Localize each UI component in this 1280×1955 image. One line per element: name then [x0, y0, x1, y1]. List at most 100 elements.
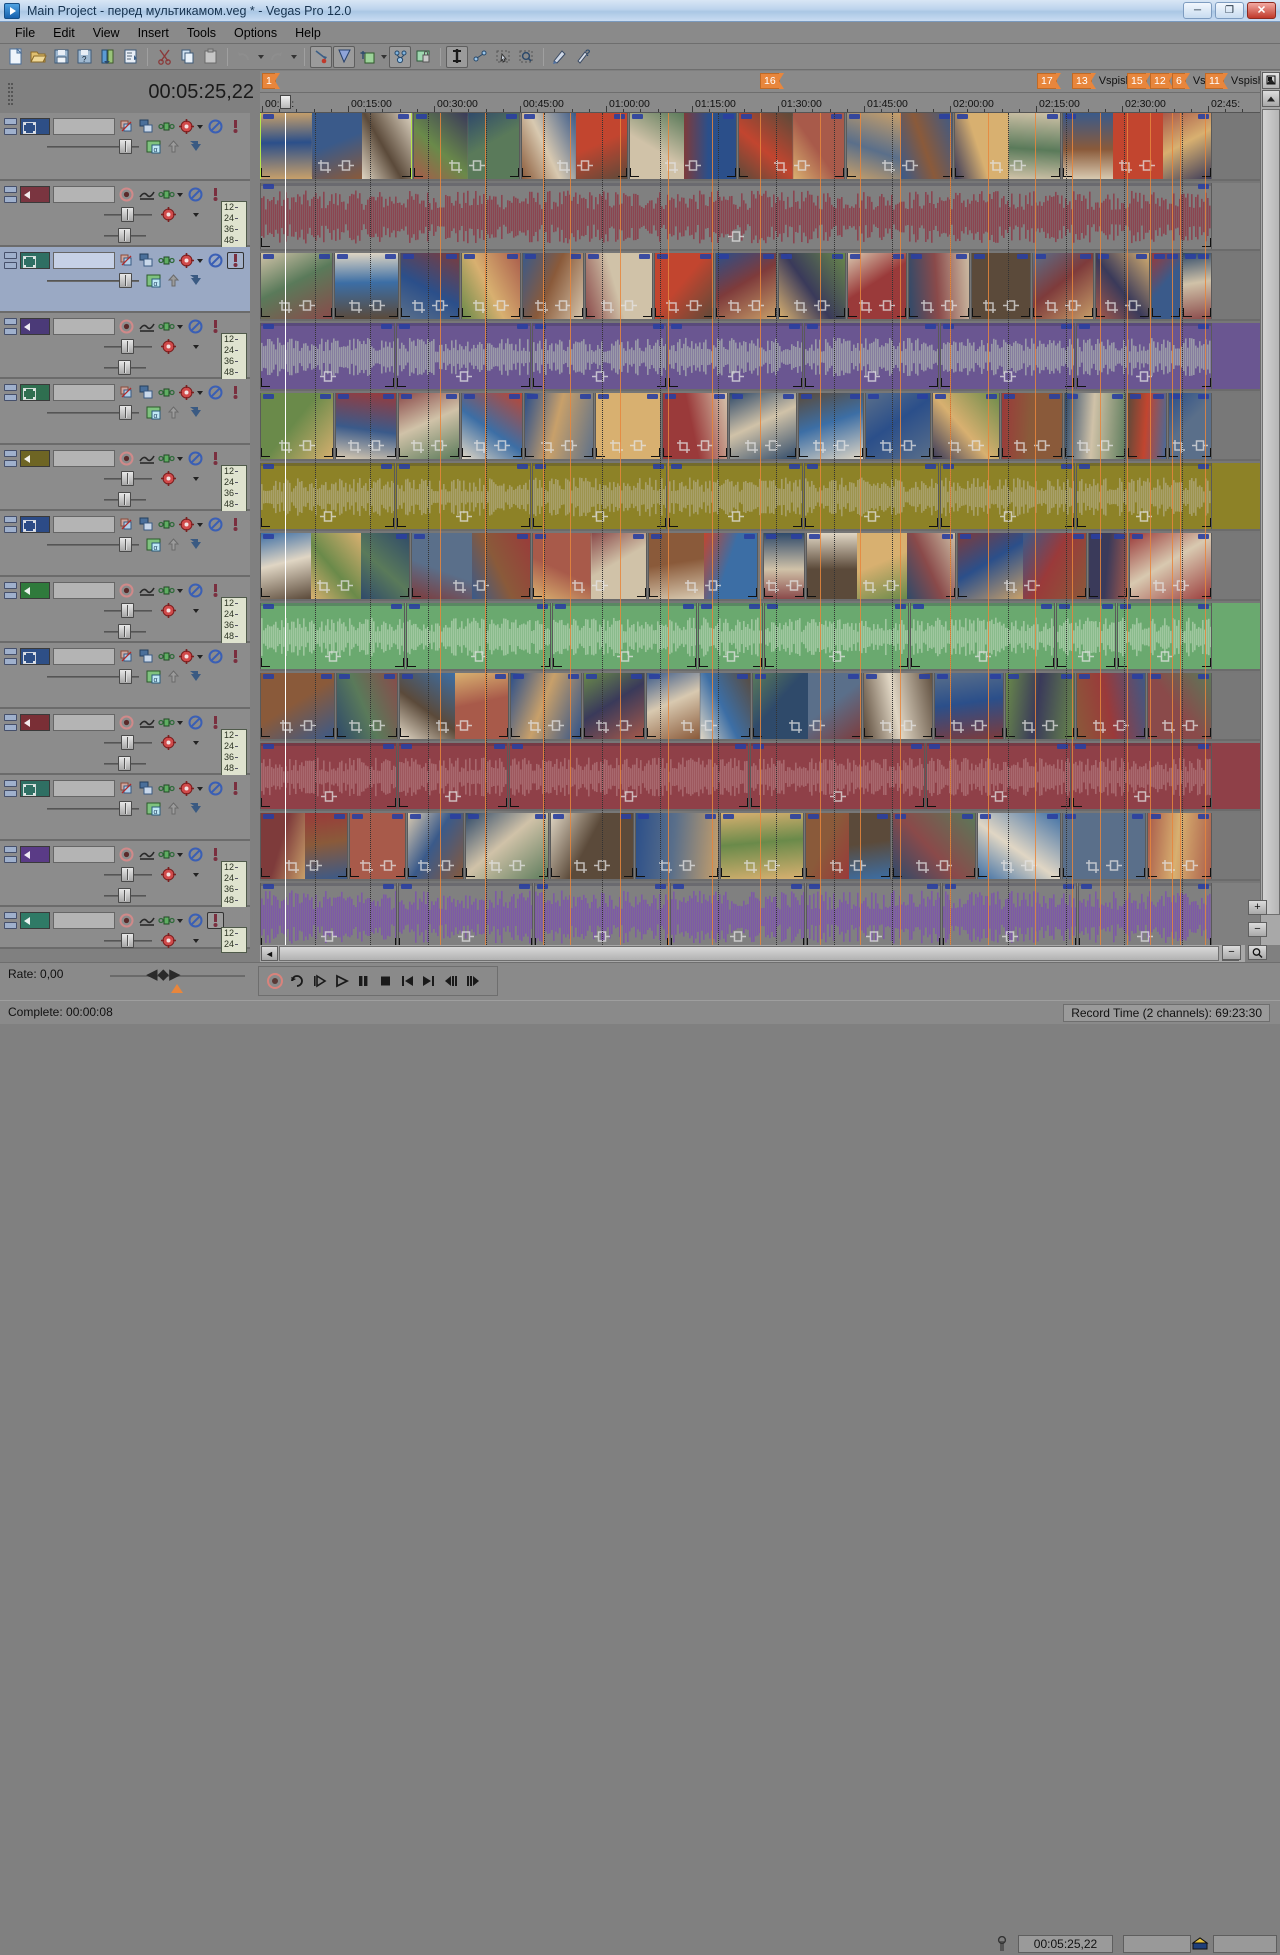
event-fade-in-handle[interactable]: [263, 534, 274, 539]
event-corner-fade-left[interactable]: [864, 728, 873, 737]
menu-item-file[interactable]: File: [6, 24, 44, 42]
event-grip-icons[interactable]: [444, 790, 462, 803]
video-event[interactable]: [400, 253, 460, 319]
event-corner-fade-left[interactable]: [399, 938, 408, 945]
track-header-1[interactable]: α: [0, 113, 250, 181]
event-grip-icons[interactable]: [684, 579, 722, 593]
event-fade-out-handle[interactable]: [519, 884, 530, 889]
event-fade-out-handle[interactable]: [384, 674, 395, 679]
event-grip-icons[interactable]: [1133, 790, 1151, 803]
event-corner-fade-right[interactable]: [1202, 378, 1211, 387]
event-corner-fade-left[interactable]: [941, 518, 950, 527]
event-grip-icons[interactable]: [915, 859, 953, 873]
automation-settings-icon[interactable]: [160, 206, 177, 223]
event-corner-fade-right[interactable]: [1106, 658, 1115, 667]
track-motion-icon[interactable]: [138, 384, 155, 401]
track-fx-icon[interactable]: [118, 648, 135, 665]
track-number-7[interactable]: [20, 516, 50, 533]
event-corner-fade-left[interactable]: [412, 588, 421, 597]
audio-event[interactable]: [1056, 603, 1116, 669]
event-corner-fade-right[interactable]: [651, 448, 660, 457]
audio-event[interactable]: [509, 743, 749, 809]
event-fade-in-handle[interactable]: [718, 254, 729, 259]
event-corner-fade-right[interactable]: [657, 518, 666, 527]
open-icon[interactable]: [27, 46, 49, 68]
event-corner-fade-right[interactable]: [387, 798, 396, 807]
audio-event[interactable]: [532, 463, 667, 529]
event-fade-out-handle[interactable]: [990, 674, 1001, 679]
video-event[interactable]: [977, 813, 1061, 879]
event-grip-icons[interactable]: [316, 579, 354, 593]
event-fade-in-handle[interactable]: [935, 394, 946, 399]
event-fade-in-handle[interactable]: [402, 674, 413, 679]
menu-item-edit[interactable]: Edit: [44, 24, 84, 42]
event-grip-icons[interactable]: [862, 579, 900, 593]
event-fade-out-handle[interactable]: [495, 674, 506, 679]
event-corner-fade-right[interactable]: [523, 938, 532, 945]
track-motion-icon[interactable]: [138, 780, 155, 797]
event-grip-icons[interactable]: [676, 439, 714, 453]
event-fade-out-handle[interactable]: [1198, 114, 1209, 119]
track-fx-icon[interactable]: [118, 252, 135, 269]
video-event[interactable]: [957, 533, 1087, 599]
track-compositing-icon[interactable]: [158, 118, 175, 135]
mute-icon[interactable]: [207, 384, 224, 401]
enable-snapping-icon[interactable]: [310, 45, 332, 68]
event-corner-fade-right[interactable]: [521, 518, 530, 527]
event-fade-in-handle[interactable]: [403, 254, 414, 259]
event-grip-icons[interactable]: [595, 719, 633, 733]
track-header-11[interactable]: α: [0, 775, 250, 841]
track-compositing-icon[interactable]: [158, 318, 175, 335]
timeline-marker[interactable]: 12: [1150, 72, 1174, 89]
event-grip-icons[interactable]: [664, 159, 702, 173]
track-header-10[interactable]: 12 24 36 48: [0, 709, 250, 777]
track-fx-audio-icon[interactable]: [138, 846, 155, 863]
event-corner-fade-left[interactable]: [596, 448, 605, 457]
track-parent-up-icon[interactable]: [165, 800, 182, 817]
maximize-button[interactable]: ❐: [1215, 2, 1244, 19]
event-fade-in-handle[interactable]: [1132, 534, 1143, 539]
event-corner-fade-left[interactable]: [765, 658, 774, 667]
track-number-10[interactable]: [20, 714, 50, 731]
event-corner-fade-right[interactable]: [1202, 168, 1211, 177]
marker-tool-button[interactable]: [1262, 72, 1280, 89]
audio-event[interactable]: [1076, 463, 1212, 529]
event-fade-out-handle[interactable]: [789, 464, 800, 469]
event-fade-in-handle[interactable]: [741, 114, 752, 119]
event-corner-fade-right[interactable]: [1202, 938, 1211, 945]
event-corner-fade-right[interactable]: [385, 378, 394, 387]
track-minimize-maximize[interactable]: [4, 384, 17, 401]
event-fade-in-handle[interactable]: [809, 534, 820, 539]
lock-envelopes-icon[interactable]: [412, 46, 434, 68]
event-corner-fade-left[interactable]: [935, 728, 944, 737]
event-corner-fade-left[interactable]: [649, 588, 658, 597]
track-fx-audio-icon[interactable]: [138, 582, 155, 599]
event-fade-in-handle[interactable]: [352, 814, 363, 819]
event-corner-fade-right[interactable]: [1202, 728, 1211, 737]
go-to-end-button[interactable]: [418, 970, 440, 992]
event-fade-out-handle[interactable]: [1198, 184, 1209, 189]
event-fade-in-handle[interactable]: [263, 394, 274, 399]
event-fade-out-handle[interactable]: [633, 534, 644, 539]
video-event[interactable]: [971, 253, 1031, 319]
event-fade-in-handle[interactable]: [263, 324, 274, 329]
track-minimize-maximize[interactable]: [4, 450, 17, 467]
zoom-edit-tool-icon[interactable]: [515, 46, 537, 68]
track-fx-audio-icon[interactable]: [138, 912, 155, 929]
video-event[interactable]: [595, 393, 661, 459]
event-corner-fade-right[interactable]: [1051, 168, 1060, 177]
drag-grip[interactable]: [8, 81, 14, 105]
whats-this-icon[interactable]: ?: [572, 46, 594, 68]
event-fade-in-handle[interactable]: [1120, 604, 1131, 609]
event-grip-icons[interactable]: [665, 299, 703, 313]
event-fade-out-handle[interactable]: [398, 114, 409, 119]
properties-icon[interactable]: [119, 46, 141, 68]
event-grip-icons[interactable]: [1044, 299, 1082, 313]
track-minimize-maximize[interactable]: [4, 912, 17, 929]
event-fade-out-handle[interactable]: [392, 814, 403, 819]
event-fade-in-handle[interactable]: [1130, 394, 1141, 399]
event-fade-in-handle[interactable]: [1079, 674, 1090, 679]
track-header-6[interactable]: 12 24 36 48: [0, 445, 250, 513]
event-fade-out-handle[interactable]: [791, 534, 802, 539]
automation-settings-icon[interactable]: [160, 602, 177, 619]
